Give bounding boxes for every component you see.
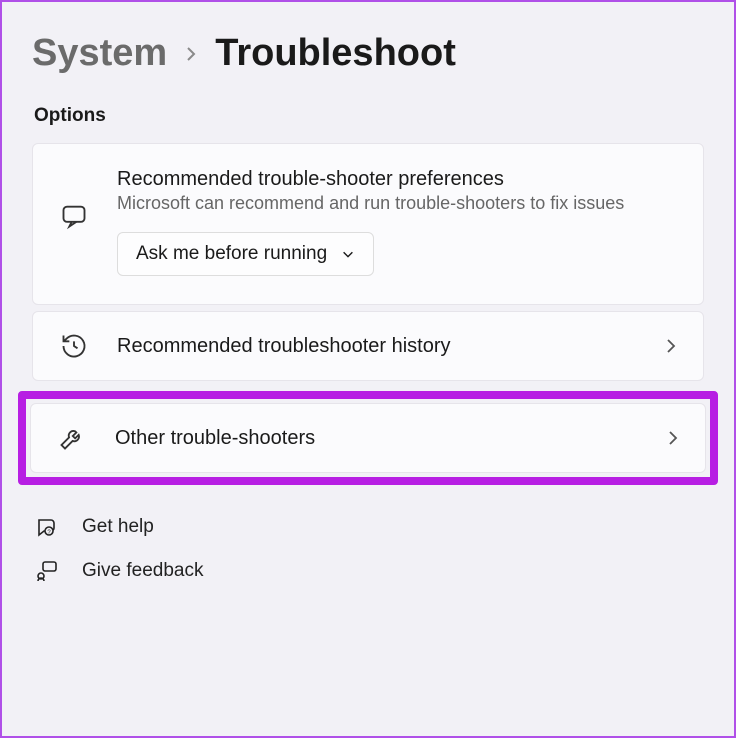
breadcrumb: System Troubleshoot — [32, 32, 704, 75]
troubleshooter-preferences-card: Recommended trouble-shooter preferences … — [32, 143, 704, 305]
prefs-subtitle: Microsoft can recommend and run trouble-… — [117, 193, 679, 214]
troubleshooter-history-row[interactable]: Recommended troubleshooter history — [32, 311, 704, 381]
page-title: Troubleshoot — [215, 32, 456, 75]
wrench-icon — [55, 424, 89, 452]
footer-links: ? Get help Give feedback — [32, 505, 704, 593]
highlight-box: Other trouble-shooters — [18, 391, 718, 485]
prefs-dropdown-value: Ask me before running — [136, 243, 327, 265]
give-feedback-label: Give feedback — [82, 560, 203, 582]
prefs-dropdown[interactable]: Ask me before running — [117, 232, 374, 276]
other-title: Other trouble-shooters — [115, 427, 665, 450]
history-icon — [57, 332, 91, 360]
other-troubleshooters-row[interactable]: Other trouble-shooters — [30, 403, 706, 473]
feedback-icon — [34, 559, 60, 583]
options-label: Options — [34, 105, 704, 127]
breadcrumb-parent[interactable]: System — [32, 32, 167, 75]
chevron-right-icon — [663, 338, 679, 354]
prefs-title: Recommended trouble-shooter preferences — [117, 168, 679, 191]
chevron-down-icon — [341, 247, 355, 261]
help-icon: ? — [34, 515, 60, 539]
chevron-right-icon — [665, 430, 681, 446]
chevron-right-icon — [183, 46, 199, 62]
chat-bubble-icon — [57, 202, 91, 230]
history-title: Recommended troubleshooter history — [117, 335, 663, 358]
give-feedback-link[interactable]: Give feedback — [32, 549, 704, 593]
get-help-link[interactable]: ? Get help — [32, 505, 704, 549]
get-help-label: Get help — [82, 516, 154, 538]
